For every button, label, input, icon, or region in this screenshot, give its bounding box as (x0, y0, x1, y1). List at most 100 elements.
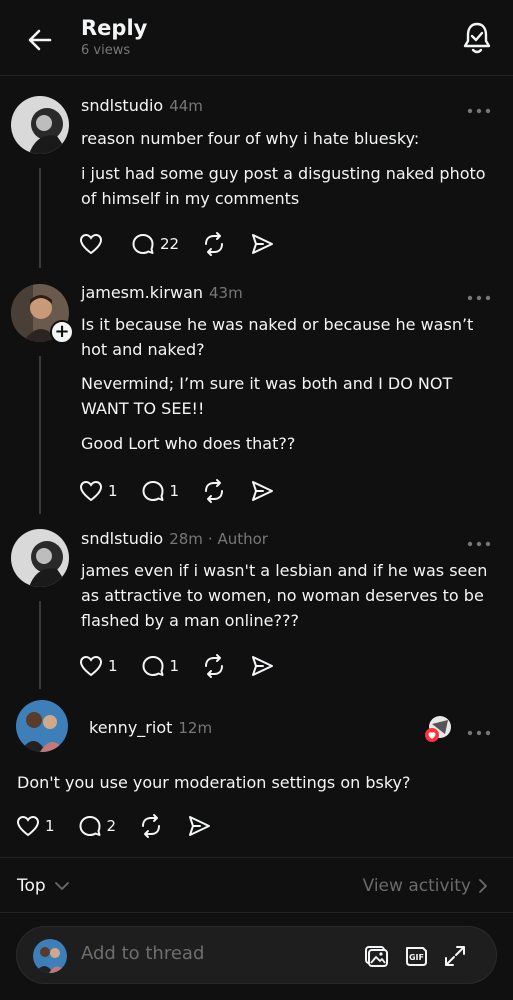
avatar[interactable] (16, 700, 68, 752)
bell-check-icon (463, 22, 491, 54)
more-horizontal-icon (467, 108, 491, 114)
heart-icon (79, 480, 103, 502)
post-text: Good Lort who does that?? (81, 434, 296, 453)
top-bar: Reply 6 views (0, 0, 513, 76)
post-text: Is it because he was naked or because he… (81, 315, 474, 359)
author-tag: · Author (207, 530, 268, 548)
more-horizontal-icon (467, 295, 491, 301)
view-activity-label: View activity (362, 876, 471, 896)
repost-icon (205, 232, 224, 256)
reply-button[interactable]: 1 (140, 653, 180, 679)
more-options-button[interactable] (467, 723, 491, 736)
comment-icon (132, 234, 154, 254)
more-options-button[interactable] (467, 534, 491, 547)
thread-input[interactable]: Add to thread (81, 943, 204, 964)
reply-composer[interactable]: Add to thread GIF (16, 926, 497, 984)
liked-by-indicator[interactable] (423, 714, 453, 744)
arrow-left-icon (28, 29, 52, 51)
sort-label: Top (17, 876, 46, 896)
reply-count: 1 (169, 657, 180, 675)
svg-text:GIF: GIF (409, 953, 424, 962)
like-button[interactable] (78, 231, 108, 257)
send-icon (252, 234, 274, 254)
comment-icon (142, 481, 164, 501)
avatar (33, 939, 67, 973)
expand-button[interactable] (441, 942, 469, 970)
share-button[interactable] (249, 653, 275, 679)
repost-icon (142, 814, 161, 838)
repost-icon (205, 479, 224, 503)
comment-icon (142, 656, 164, 676)
like-count: 1 (45, 817, 55, 835)
timestamp: 44m (169, 97, 203, 115)
reply-button[interactable]: 2 (77, 813, 117, 839)
avatar[interactable] (11, 96, 69, 154)
back-button[interactable] (24, 24, 56, 56)
timestamp: 28m (169, 530, 203, 548)
post-header: kenny_riot 12m (89, 718, 212, 737)
timestamp: 43m (209, 284, 243, 302)
thread-line (39, 601, 41, 689)
avatar[interactable] (11, 529, 69, 587)
like-button[interactable]: 1 (78, 653, 118, 679)
notify-button[interactable] (461, 20, 493, 56)
send-icon (189, 816, 211, 836)
username[interactable]: kenny_riot (89, 718, 172, 737)
page-title: Reply (81, 16, 148, 40)
more-horizontal-icon (467, 730, 491, 736)
comment-icon (79, 816, 101, 836)
repost-button[interactable] (138, 813, 164, 839)
post-text: Nevermind; I’m sure it was both and I DO… (81, 374, 453, 418)
heart-icon (16, 815, 40, 837)
repost-button[interactable] (201, 653, 227, 679)
expand-icon (445, 946, 465, 966)
heart-icon (79, 655, 103, 677)
attach-image-button[interactable] (362, 942, 390, 970)
repost-button[interactable] (201, 231, 227, 257)
more-horizontal-icon (467, 541, 491, 547)
more-options-button[interactable] (467, 101, 491, 114)
post-header: jamesm.kirwan 43m (81, 283, 243, 302)
gif-icon: GIF (406, 947, 427, 966)
post-text: i just had some guy post a disgusting na… (81, 164, 486, 208)
share-button[interactable] (249, 478, 275, 504)
send-icon (252, 481, 274, 501)
sort-bar: Top View activity (0, 857, 513, 913)
like-count: 1 (108, 657, 118, 675)
view-activity-link[interactable]: View activity (363, 876, 491, 896)
repost-button[interactable] (201, 478, 227, 504)
liker-avatar-icon (425, 716, 451, 742)
more-options-button[interactable] (467, 288, 491, 301)
share-button[interactable] (249, 231, 275, 257)
username[interactable]: sndlstudio (81, 529, 163, 548)
reply-text: Don't you use your moderation settings o… (17, 773, 411, 792)
post-header: sndlstudio 44m (81, 96, 203, 115)
chevron-right-icon (479, 879, 487, 893)
reply-button[interactable]: 1 (140, 478, 179, 504)
reply-count: 22 (160, 235, 180, 253)
like-button[interactable]: 1 (78, 478, 118, 504)
username[interactable]: sndlstudio (81, 96, 163, 115)
timestamp: 12m (178, 719, 213, 737)
post-actions: 1 2 (15, 811, 234, 841)
username[interactable]: jamesm.kirwan (81, 283, 203, 302)
post-actions: 22 (78, 229, 297, 259)
post-actions: 1 1 (78, 651, 297, 681)
follow-plus-button[interactable]: + (50, 320, 74, 344)
view-count: 6 views (81, 43, 131, 58)
reply-count: 2 (106, 817, 117, 835)
gif-button[interactable]: GIF (402, 942, 430, 970)
heart-icon (79, 233, 103, 255)
post-text: james even if i wasn't a lesbian and if … (81, 561, 488, 630)
share-button[interactable] (186, 813, 212, 839)
like-button[interactable]: 1 (15, 813, 55, 839)
repost-icon (205, 654, 224, 678)
sort-dropdown[interactable]: Top (17, 876, 72, 896)
post-header: sndlstudio 28m · Author (81, 529, 268, 548)
post-text: reason number four of why i hate bluesky… (81, 129, 420, 148)
thread-line (39, 356, 41, 514)
reply-button[interactable]: 22 (130, 231, 179, 257)
send-icon (252, 656, 274, 676)
chevron-down-icon (54, 882, 69, 890)
thread-line (39, 168, 41, 268)
